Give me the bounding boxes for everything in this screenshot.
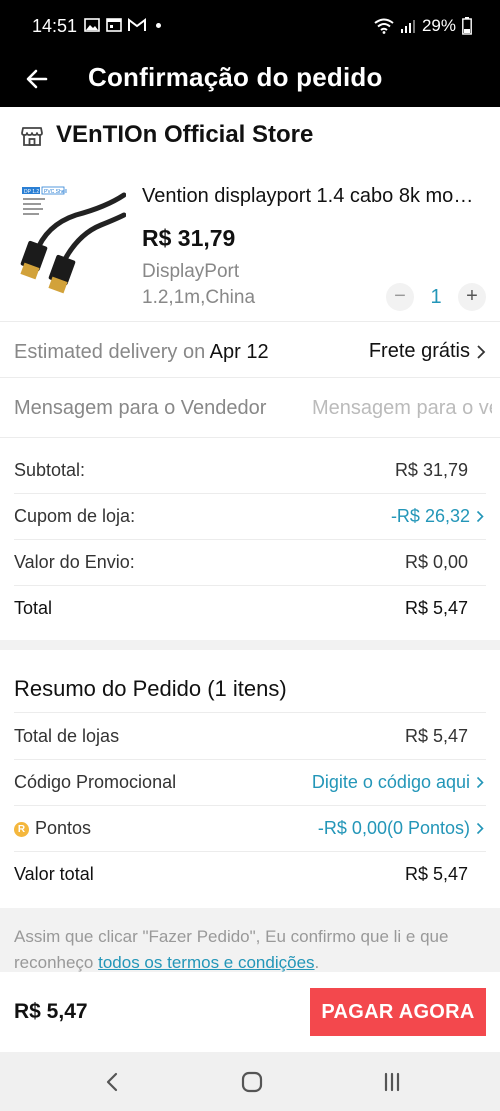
chevron-right-icon [476, 510, 484, 523]
stores-total-label: Total de lojas [14, 726, 120, 746]
delivery-row[interactable]: Estimated delivery on Apr 12 Frete gráti… [0, 323, 500, 378]
shipping-cost-value: R$ 0,00 [404, 552, 468, 572]
gmail-icon [128, 18, 146, 31]
promo-code-row[interactable]: Código Promocional Digite o código aqui [0, 760, 500, 806]
product-price: R$ 31,79 [142, 225, 236, 251]
subtotal-value: R$ 31,79 [394, 460, 468, 480]
thumb-badge-pvc: PVC Shell [44, 189, 67, 195]
grand-total-value: R$ 5,47 [404, 864, 468, 884]
grand-total-label: Valor total [14, 864, 94, 884]
points-row[interactable]: R Pontos -R$ 0,00(0 Pontos) [0, 806, 500, 852]
status-time: 14:51 [32, 16, 78, 36]
store-name: VEnTIOn Official Store [56, 121, 314, 148]
points-value: -R$ 0,00(0 Pontos) [317, 818, 470, 838]
gallery-icon [84, 18, 100, 32]
store-icon [21, 127, 43, 146]
status-bar: 14:51 29% [0, 0, 500, 54]
subtotal-row: Subtotal: R$ 31,79 [0, 448, 500, 494]
chevron-right-icon [477, 344, 486, 359]
product-variant: DisplayPort 1.2,1m,China [142, 261, 256, 308]
points-label: Pontos [35, 818, 92, 838]
battery-icon [462, 17, 472, 35]
store-total-row: Total R$ 5,47 [0, 586, 500, 632]
wifi-icon [374, 18, 394, 34]
terms-end: . [314, 953, 320, 972]
product-name[interactable]: Vention displayport 1.4 cabo 8k monitor [142, 185, 482, 208]
order-summary-title: Resumo do Pedido (1 itens) [14, 676, 287, 701]
quantity-value: 1 [430, 285, 442, 308]
battery-percent: 29% [421, 16, 456, 35]
checkout-total: R$ 5,47 [14, 1000, 88, 1023]
stores-total-value: R$ 5,47 [404, 726, 468, 746]
chevron-right-icon [476, 822, 484, 835]
seller-message-row: Mensagem para o Vendedor [0, 378, 500, 438]
store-total-value: R$ 5,47 [404, 598, 468, 618]
store-total-label: Total [14, 598, 53, 618]
checkout-bar: R$ 5,47 PAGAR AGORA [0, 972, 500, 1052]
pay-now-button[interactable]: PAGAR AGORA [310, 988, 486, 1036]
nav-recents-icon[interactable] [378, 1068, 406, 1096]
shipping-cost-label: Valor do Envio: [14, 552, 135, 572]
subtotal-label: Subtotal: [14, 460, 86, 480]
calendar-icon [106, 18, 122, 32]
page-title: Confirmação do pedido [88, 62, 383, 92]
store-coupon-label: Cupom de loja: [14, 506, 136, 526]
app-bar: Confirmação do pedido [0, 54, 500, 107]
store-coupon-row[interactable]: Cupom de loja: -R$ 26,32 [0, 494, 500, 540]
seller-message-input[interactable] [312, 392, 492, 424]
store-header[interactable]: VEnTIOn Official Store [0, 107, 500, 167]
stores-total-row: Total de lojas R$ 5,47 [0, 714, 500, 760]
cable-image: DP 1.2 PVC Shell [20, 186, 127, 294]
grand-total-row: Valor total R$ 5,47 [0, 852, 500, 898]
terms-notice: Assim que clicar "Fazer Pedido", Eu conf… [0, 908, 500, 972]
terms-link[interactable]: todos os termos e condições [98, 953, 314, 972]
system-navigation-bar [0, 1052, 500, 1111]
section-separator [0, 640, 500, 650]
back-arrow-icon[interactable] [22, 64, 52, 94]
promo-code-label: Código Promocional [14, 772, 177, 792]
increase-quantity-button[interactable]: + [458, 283, 486, 311]
shipping-method: Frete grátis [368, 340, 470, 362]
signal-icon [400, 20, 415, 33]
shipping-cost-row: Valor do Envio: R$ 0,00 [0, 540, 500, 586]
dot-icon [156, 22, 161, 28]
seller-message-label: Mensagem para o Vendedor [14, 397, 267, 419]
quantity-stepper: − 1 + [386, 283, 486, 311]
delivery-label: Estimated delivery on [14, 341, 206, 363]
promo-code-input[interactable]: Digite o código aqui [312, 772, 470, 793]
points-coin-icon: R [14, 822, 29, 837]
product-item: DP 1.2 PVC Shell Vention displayport 1.4… [0, 167, 500, 322]
delivery-date: Apr 12 [209, 341, 269, 363]
chevron-right-icon [476, 776, 484, 789]
thumb-badge-dp: DP 1.2 [24, 189, 39, 195]
store-coupon-value: -R$ 26,32 [390, 506, 470, 526]
nav-home-icon[interactable] [238, 1068, 266, 1096]
product-thumbnail[interactable]: DP 1.2 PVC Shell [16, 185, 127, 295]
nav-back-icon[interactable] [98, 1068, 126, 1096]
decrease-quantity-button[interactable]: − [386, 283, 414, 311]
